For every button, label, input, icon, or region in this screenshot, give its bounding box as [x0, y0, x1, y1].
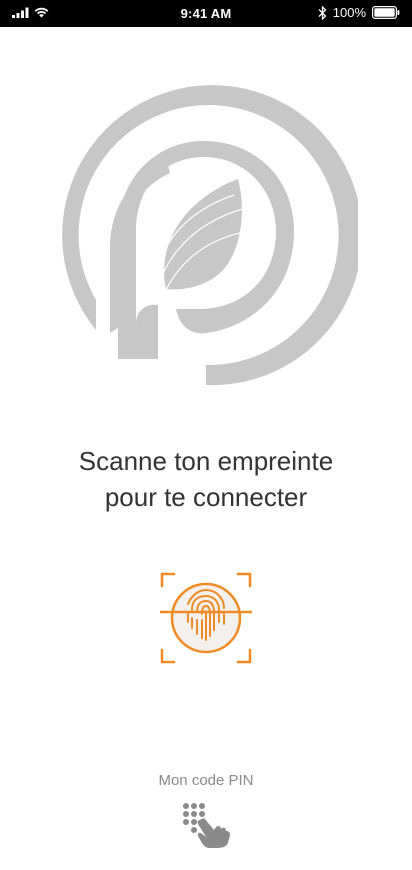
keypad-touch-icon [183, 803, 230, 848]
prompt-line-1: Scanne ton empreinte [78, 446, 334, 476]
bluetooth-icon [318, 5, 327, 20]
battery-percent: 100% [332, 5, 366, 20]
fingerprint-scan-icon [160, 572, 252, 664]
status-bar: 9:41 AM 100% [0, 0, 412, 27]
fingerprint-scan-button[interactable] [158, 570, 254, 666]
prompt-line-2: pour te connecter [104, 482, 308, 512]
app-logo [54, 83, 363, 387]
pin-code-button[interactable] [180, 800, 232, 850]
pin-code-label[interactable]: Mon code PIN [0, 772, 412, 789]
battery-icon [372, 6, 400, 19]
status-right: 100% [318, 5, 400, 20]
